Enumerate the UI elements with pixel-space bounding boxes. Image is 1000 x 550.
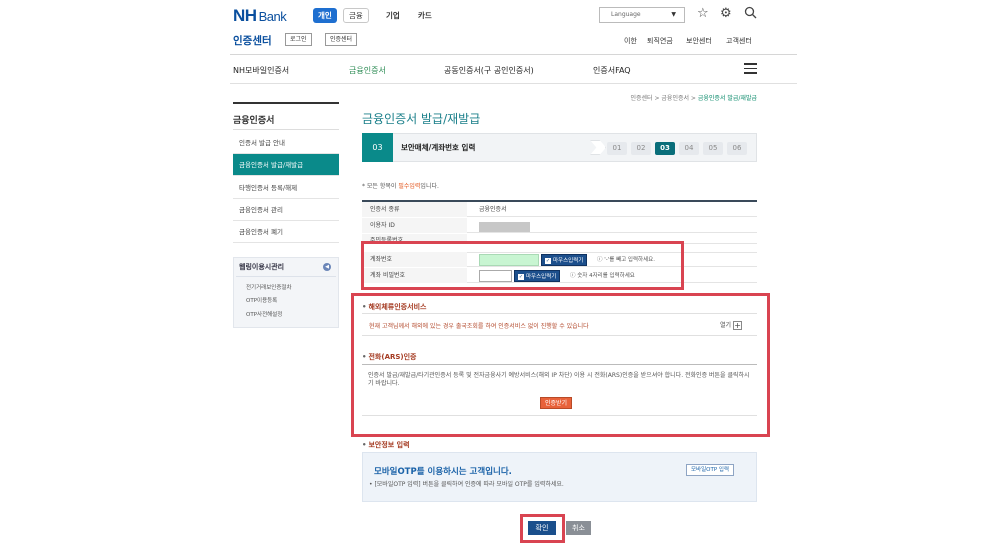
chevron-down-icon: ▼	[671, 11, 676, 18]
breadcrumb-path: 인증센터 > 금융인증서 >	[630, 95, 698, 102]
cancel-button[interactable]: 취소	[566, 521, 591, 535]
gear-icon[interactable]: ⚙	[720, 6, 732, 21]
search-icon[interactable]	[744, 6, 757, 23]
util-link-support[interactable]: 고객센터	[726, 36, 752, 46]
sidebar-box-title: 웹링이용시관리	[239, 263, 285, 271]
otp-title: 모바일OTP를 이용하시는 고객입니다.	[374, 467, 512, 477]
sidebar-box-divider	[236, 276, 336, 277]
util-link-security[interactable]: 보안센터	[686, 36, 712, 46]
note-required: 필수입력	[398, 183, 421, 190]
sidebar-link-3[interactable]: OTP사전해설정	[246, 310, 282, 318]
step-04: 04	[679, 142, 699, 155]
sidebar-link-2[interactable]: OTP이용등록	[246, 296, 277, 304]
tab-card[interactable]: 카드	[413, 8, 437, 23]
sidebar-item-revoke[interactable]: 금융인증서 폐기	[233, 221, 339, 243]
sidebar-item-manage[interactable]: 금융인증서 관리	[233, 199, 339, 221]
breadcrumb: 인증센터 > 금융인증서 > 금융인증서 발급/재발급	[630, 93, 757, 102]
util-link-1[interactable]: 이한	[624, 36, 637, 46]
otp-box	[362, 452, 757, 502]
step-02: 02	[631, 142, 651, 155]
tab-corporate[interactable]: 기업	[381, 8, 405, 23]
header-divider	[230, 54, 797, 55]
sidebar-item-guide[interactable]: 인증서 발급 안내	[233, 132, 339, 154]
otp-section-title: • 보안정보 입력	[362, 441, 410, 449]
otp-description: • [모바일OTP 입력] 버튼을 클릭하여 인증에 따라 모바일 OTP를 입…	[369, 481, 564, 488]
sidebar-item-other-bank[interactable]: 타행인증서 등록/해제	[233, 177, 339, 199]
step-03: 03	[655, 142, 675, 155]
tab-finance[interactable]: 금융	[343, 8, 369, 23]
current-step-number: 03	[362, 133, 393, 162]
login-button[interactable]: 로그인	[285, 33, 312, 46]
highlight-box-account	[361, 241, 684, 290]
menu-icon[interactable]	[744, 63, 757, 77]
breadcrumb-current: 금융인증서 발급/재발급	[697, 95, 757, 102]
value-cert-type: 금융인증서	[479, 206, 507, 213]
cert-center-button[interactable]: 인증센터	[325, 33, 358, 46]
label-cert-type: 인증서 종류	[362, 202, 467, 217]
logo-text: NH	[233, 6, 257, 25]
highlight-box-confirm	[520, 514, 565, 543]
current-step-name: 보안매체/계좌번호 입력	[401, 143, 476, 152]
note-pre: * 모든 항목이	[362, 183, 399, 190]
gnb-faq[interactable]: 인증서FAQ	[593, 65, 631, 76]
page-title: 금융인증서 발급/재발급	[362, 112, 481, 126]
toggle-icon[interactable]: ◀	[323, 263, 331, 271]
tab-personal[interactable]: 개인	[313, 8, 337, 23]
gnb-divider	[230, 83, 797, 84]
step-01: 01	[607, 142, 627, 155]
language-select[interactable]: Language ▼	[599, 7, 685, 23]
required-note: * 모든 항목이 필수입력입니다.	[362, 181, 439, 190]
gnb-financial-cert[interactable]: 금융인증서	[349, 65, 386, 76]
gnb-mobile-cert[interactable]: NH모바일인증서	[233, 65, 289, 76]
logo-sub: Bank	[258, 9, 287, 24]
nh-bank-logo[interactable]: NH Bank	[233, 6, 287, 26]
language-label: Language	[611, 11, 641, 18]
otp-section-text: 보안정보 입력	[368, 441, 410, 449]
cert-center-title[interactable]: 인증센터	[233, 33, 272, 48]
user-id-masked	[479, 222, 530, 232]
step-06: 06	[727, 142, 747, 155]
note-post: 입니다.	[420, 183, 439, 190]
step-05: 05	[703, 142, 723, 155]
label-user-id: 이용자 ID	[362, 218, 467, 233]
star-icon[interactable]: ☆	[697, 6, 709, 21]
sidebar-link-1[interactable]: 전기거래보인증절차	[246, 283, 292, 291]
mobile-otp-button[interactable]: 모바일OTP 입력	[686, 464, 735, 476]
sidebar-item-issue[interactable]: 금융인증서 발급/재발급	[233, 154, 339, 176]
gnb-joint-cert[interactable]: 공동인증서(구 공인인증서)	[444, 65, 534, 76]
sidebar-title: 금융인증서	[233, 102, 339, 130]
util-link-pension[interactable]: 퇴직연금	[647, 36, 673, 46]
highlight-box-auth	[351, 293, 770, 437]
